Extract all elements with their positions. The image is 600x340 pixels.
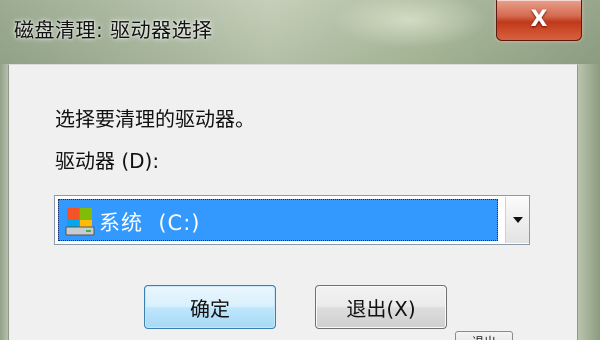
- window-title: 磁盘清理: 驱动器选择: [14, 18, 213, 42]
- selected-drive-option[interactable]: 系统 (C:): [58, 199, 498, 241]
- dialog-body: 选择要清理的驱动器。 驱动器 (D): 系统 (C:) 确定 退出(X): [8, 64, 578, 340]
- instruction-text: 选择要清理的驱动器。: [55, 107, 255, 131]
- drive-select[interactable]: 系统 (C:): [54, 195, 530, 245]
- partial-button: 退出: [455, 331, 515, 340]
- dropdown-button[interactable]: [505, 197, 529, 243]
- window-frame-left: [0, 64, 8, 340]
- title-bar[interactable]: 磁盘清理: 驱动器选择 X: [0, 0, 600, 65]
- close-icon: X: [530, 7, 548, 32]
- exit-button[interactable]: 退出(X): [315, 285, 447, 329]
- window-frame-right: [578, 64, 600, 340]
- disk-cleanup-dialog: 磁盘清理: 驱动器选择 X 选择要清理的驱动器。 驱动器 (D): 系统 (C:…: [0, 0, 600, 340]
- partial-button-label: 退出: [455, 331, 513, 340]
- chevron-down-icon: [512, 217, 523, 223]
- title-bar-glow: [300, 0, 520, 64]
- selected-drive-text: 系统 (C:): [99, 211, 201, 235]
- windows-drive-icon: [65, 208, 95, 236]
- close-button[interactable]: X: [496, 0, 582, 41]
- drive-label: 驱动器 (D):: [55, 149, 160, 173]
- ok-button[interactable]: 确定: [144, 285, 276, 329]
